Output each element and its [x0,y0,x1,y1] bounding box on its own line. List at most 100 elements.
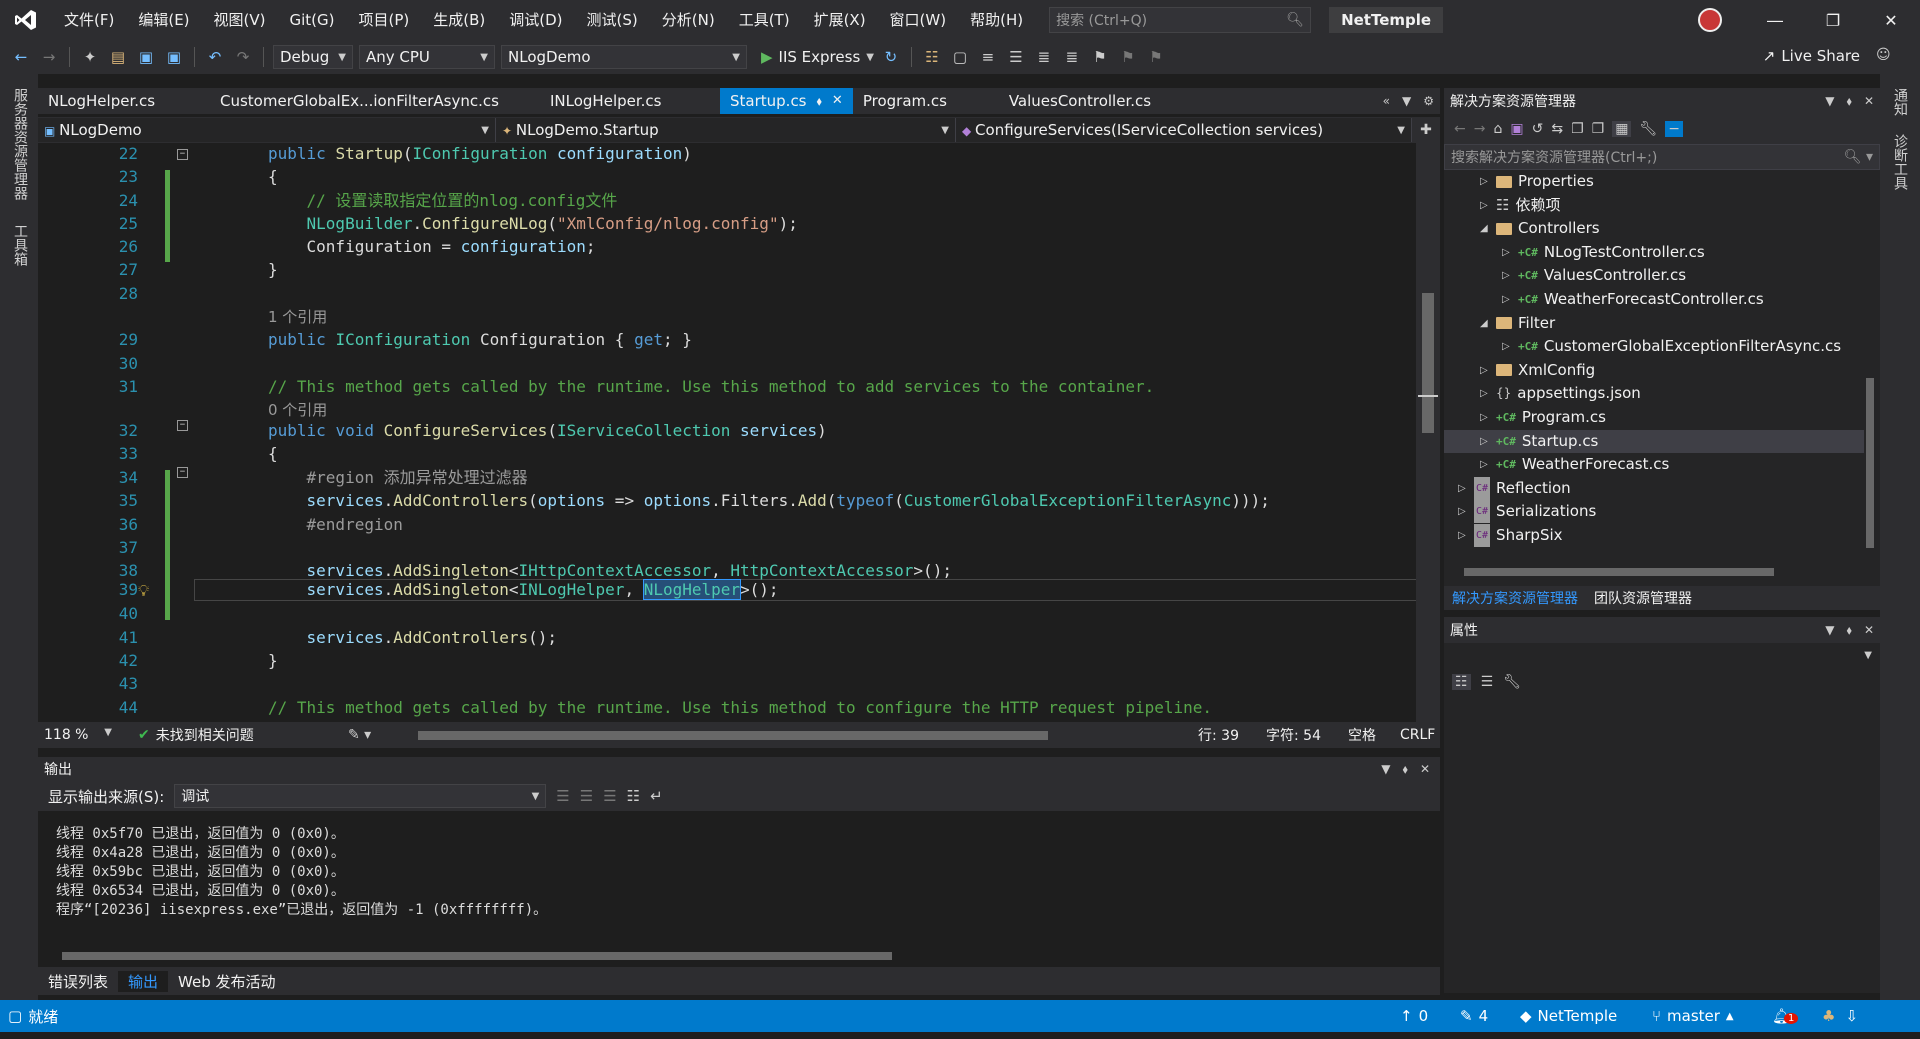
repository-indicator[interactable]: ◆ NetTemple [1520,1007,1652,1025]
tree-item[interactable]: ▷ C# Reflection [1444,476,1864,500]
split-icon[interactable]: ✚ [1412,122,1440,138]
gear-icon[interactable]: ⚙ [1423,94,1434,108]
collapsed-arrow-icon[interactable]: ▷ [1502,288,1512,311]
feedback-icon[interactable]: ☺ [1876,47,1891,63]
tab-error-list[interactable]: 错误列表 [38,971,118,992]
type-nav-select[interactable]: ✦ NLogDemo.Startup ▼ [496,118,956,142]
collapsed-arrow-icon[interactable]: ▷ [1480,406,1490,429]
tree-item[interactable]: ▷ +C# NLogTestController.cs [1444,241,1864,264]
collapse-all-icon[interactable]: ❐ [1571,121,1584,137]
close-icon[interactable]: ✕ [1864,623,1874,638]
collapsed-arrow-icon[interactable]: ▷ [1458,524,1468,547]
tree-item[interactable]: ▷ Properties [1444,170,1864,193]
tree-item[interactable]: ▷ ☷ 依赖项 [1444,194,1864,217]
menu-item[interactable]: 测试(S) [575,0,650,40]
editor-vertical-scrollbar[interactable] [1416,143,1440,723]
output-horizontal-scrollbar[interactable] [48,950,1428,962]
scrollbar-thumb[interactable] [418,731,1048,740]
code-lens[interactable]: 0 个引用 [38,399,1416,421]
tab-startup[interactable]: Startup.cs ⬧ ✕ [720,88,853,114]
menu-item[interactable]: 文件(F) [52,0,126,40]
member-nav-select[interactable]: ◆ ConfigureServices(IServiceCollection s… [956,118,1412,142]
tree-vertical-scrollbar[interactable] [1864,278,1876,558]
unpushed-commits[interactable]: ↑ 0 [1400,1007,1460,1025]
property-pages-icon[interactable]: 🔧︎ [1503,674,1521,690]
outdent-icon[interactable]: ≣ [1061,46,1083,68]
close-icon[interactable]: ✕ [1420,762,1430,777]
tray-app-icon[interactable]: ♣ [1822,1007,1835,1025]
menu-item[interactable]: 帮助(H) [958,0,1035,40]
find-message-icon[interactable]: ☰ [556,787,569,805]
output-text[interactable]: 线程 0x5f70 已退出，返回值为 0 (0x0)。 线程 0x4a28 已退… [38,811,1440,920]
panel-menu-icon[interactable]: ▼ [1825,94,1834,109]
screenshot-icon[interactable]: ▢ [949,46,971,68]
history-icon[interactable]: ↺ [1532,121,1544,137]
collapsed-arrow-icon[interactable]: ▷ [1458,477,1468,500]
tab-team-explorer[interactable]: 团队资源管理器 [1586,588,1700,608]
collapsed-arrow-icon[interactable]: ▷ [1458,500,1468,523]
brush-icon[interactable]: ✎ ▾ [348,727,408,743]
whitespace-indicator[interactable]: 空格 [1348,725,1392,745]
notifications-tab[interactable]: 通知 [1890,88,1910,116]
live-share-button[interactable]: ↗ Live Share [1763,47,1860,65]
line-indicator[interactable]: 行: 39 [1198,725,1258,745]
hierarchy-icon[interactable]: ☰ [1005,46,1027,68]
notifications-button[interactable]: 🔔︎ 1 [1772,1007,1822,1025]
menu-item[interactable]: 生成(B) [421,0,497,40]
collapsed-arrow-icon[interactable]: ▷ [1480,194,1490,217]
tree-item[interactable]: ▷ C# Serializations [1444,500,1864,524]
refresh-icon[interactable]: ↻ [880,46,902,68]
tree-item[interactable]: ▷ +C# ValuesController.cs [1444,264,1864,287]
tree-item[interactable]: ▷ +C# CustomerGlobalExceptionFilterAsync.c… [1444,335,1864,358]
preview-icon[interactable]: ▦ [1612,121,1632,137]
diagnostics-tab[interactable]: 诊断工具 [1890,134,1910,190]
tab-customer-filter[interactable]: CustomerGlobalEx...ionFilterAsync.cs [210,88,540,114]
platform-select[interactable]: Any CPU ▼ [359,45,495,69]
menu-item[interactable]: 扩展(X) [802,0,878,40]
collapsed-arrow-icon[interactable]: ▷ [1502,241,1512,264]
horizontal-scrollbar[interactable] [408,728,1168,742]
save-icon[interactable]: ▣ [135,46,157,68]
restore-button[interactable]: ❐ [1804,11,1862,30]
word-wrap-icon[interactable]: ↵ [650,787,663,805]
forward-icon[interactable]: → [1474,121,1486,137]
collapsed-arrow-icon[interactable]: ▷ [1480,359,1490,382]
new-project-icon[interactable]: ✦ [79,46,101,68]
alphabetical-icon[interactable]: ☰ [1481,674,1494,690]
expanded-arrow-icon[interactable]: ◢ [1480,217,1490,240]
scrollbar-thumb[interactable] [1464,568,1774,576]
panel-menu-icon[interactable]: ▼ [1381,762,1390,777]
next-message-icon[interactable]: ☰ [603,787,616,805]
browser-link-icon[interactable]: ☷ [921,46,943,68]
switch-views-icon[interactable]: ▣ [1510,121,1523,137]
output-source-select[interactable]: 调试 ▼ [174,784,547,808]
eol-indicator[interactable]: CRLF [1400,727,1435,743]
tree-horizontal-scrollbar[interactable] [1448,566,1858,578]
clear-all-icon[interactable]: ☷ [627,787,640,805]
sync-icon[interactable]: ⇆ [1551,121,1563,137]
scrollbar-thumb[interactable] [62,952,892,960]
tree-item[interactable]: ▷ +C# WeatherForecastController.cs [1444,288,1864,311]
properties-object-select[interactable]: ▼ [1444,643,1880,667]
tree-item[interactable]: ▷ C# SharpSix [1444,524,1864,547]
save-all-icon[interactable]: ▣ [163,46,185,68]
tree-item[interactable]: ▷ {} appsettings.json [1444,382,1864,405]
tree-item[interactable]: ▷ +C# WeatherForecast.cs [1444,453,1864,476]
minimize-panel-icon[interactable]: − [1665,121,1683,137]
tab-solution-explorer[interactable]: 解决方案资源管理器 [1444,588,1586,608]
toolbox-tab[interactable]: 工具箱 [10,224,30,266]
zoom-select[interactable]: 118 % ▼ [38,727,118,743]
categorized-icon[interactable]: ☷ [1452,674,1471,690]
branch-indicator[interactable]: ⑂ master ▲ [1652,1007,1772,1025]
minimize-button[interactable]: ― [1746,11,1804,30]
search-input[interactable]: 搜索 (Ctrl+Q) 🔍︎ [1049,7,1312,33]
tree-item[interactable]: ◢ Filter [1444,312,1864,335]
code-editor[interactable]: − − − 💡︎ 22 public Startup(IConfiguration… [38,143,1416,723]
menu-item[interactable]: 项目(P) [347,0,422,40]
redo-icon[interactable]: ↷ [232,46,254,68]
prev-bookmark-icon[interactable]: ⚑ [1117,46,1139,68]
panel-menu-icon[interactable]: ▼ [1825,623,1834,638]
pin-icon[interactable]: ⬧ [1847,94,1852,109]
tree-item[interactable]: ▷ XmlConfig [1444,359,1864,382]
pending-changes[interactable]: ✎ 4 [1460,1007,1520,1025]
